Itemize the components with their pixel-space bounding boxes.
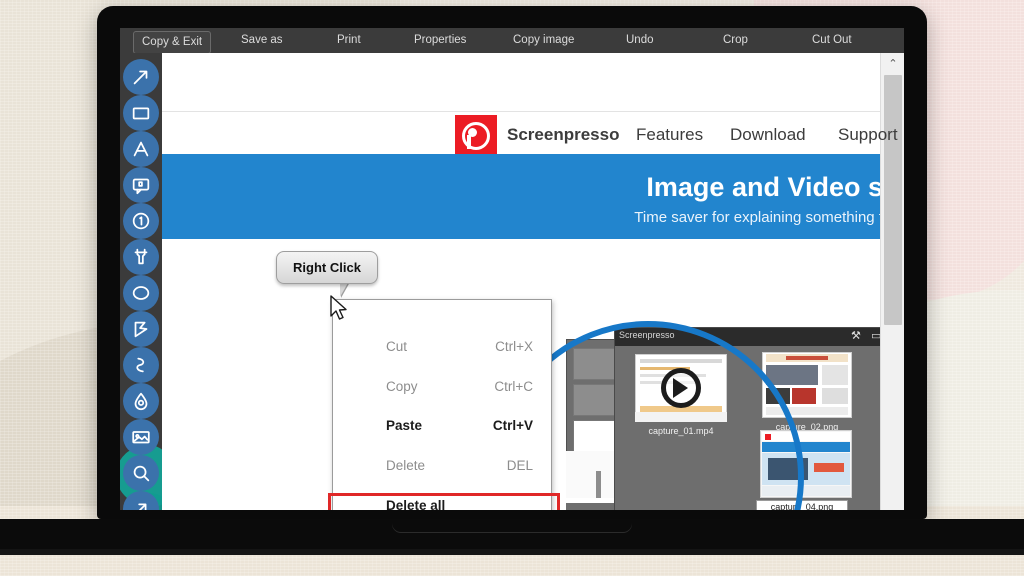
menu-item-shortcut: Ctrl+X	[495, 339, 533, 354]
settings-wrench-icon[interactable]: ⚒	[851, 331, 861, 342]
right-click-callout: Right Click	[276, 251, 378, 284]
scroll-up-arrow-icon[interactable]: ⌃	[881, 53, 904, 73]
editor-toolbar: Copy & Exit Save as Print Properties Copy im…	[120, 28, 904, 54]
ellipse-tool[interactable]	[123, 275, 159, 311]
nav-link-screenpresso[interactable]: Screenpresso	[507, 125, 619, 145]
menu-item-label: Cut	[386, 339, 408, 354]
hero-banner: Image and Video s Time saver for explain…	[162, 154, 883, 239]
droplet-icon	[130, 390, 152, 412]
nav-link-download[interactable]: Download	[730, 125, 806, 145]
toolbar-button-undo[interactable]: Undo	[626, 28, 654, 53]
nav-link-support[interactable]: Support	[838, 125, 898, 145]
toolbar-button-copy-exit[interactable]: Copy & Exit	[133, 31, 212, 54]
callout-label: Right Click	[293, 260, 361, 275]
ellipse-icon	[130, 282, 152, 304]
nav-link-features[interactable]: Features	[636, 125, 703, 145]
website-header	[162, 53, 880, 112]
menu-item-label: Copy	[386, 379, 418, 394]
bubble-tool[interactable]	[123, 167, 159, 203]
editor-tool-rail	[120, 53, 176, 510]
highlighter-tool[interactable]	[123, 239, 159, 275]
blur-tool[interactable]	[123, 383, 159, 419]
toolbar-button-save-as[interactable]: Save as	[241, 28, 283, 53]
image-icon	[130, 426, 152, 448]
freehand-tool[interactable]	[123, 347, 159, 383]
text-tool[interactable]	[123, 131, 159, 167]
hero-subtitle: Time saver for explaining something t	[634, 209, 883, 226]
menu-item-label: Paste	[386, 418, 423, 433]
hero-title: Image and Video s	[646, 172, 883, 202]
menu-item-paste[interactable]: Paste Ctrl+V	[333, 407, 551, 446]
laptop-base	[0, 519, 1024, 549]
scrollbar-thumb[interactable]	[884, 75, 902, 325]
menu-item-cut[interactable]: Cut Ctrl+X	[333, 328, 551, 367]
arrow-icon	[130, 66, 152, 88]
toolbar-button-cut-out[interactable]: Cut Out	[812, 28, 852, 53]
polygon-icon	[130, 318, 152, 340]
step-number-tool[interactable]	[123, 203, 159, 239]
context-menu[interactable]: Cut Ctrl+X Copy Ctrl+C Paste Ctrl+V Delete DEL D…	[332, 299, 552, 510]
arrow-tool[interactable]	[123, 59, 159, 95]
editor-canvas: Image and Video s Time saver for explain…	[162, 53, 904, 510]
toolbar-button-properties[interactable]: Properties	[414, 28, 466, 53]
arrow2-icon	[130, 498, 152, 510]
magnifier-icon	[130, 462, 152, 484]
marker-icon	[130, 246, 152, 268]
mouse-cursor-icon	[330, 295, 347, 320]
laptop-screen: Copy & Exit Save as Print Properties Copy im…	[120, 28, 904, 510]
toolbar-button-print[interactable]: Print	[337, 28, 361, 53]
menu-item-shortcut: DEL	[506, 458, 533, 473]
rect-icon	[130, 102, 152, 124]
bubble-icon	[130, 174, 152, 196]
selection-highlight-box	[328, 493, 560, 510]
menu-item-shortcut: Ctrl+C	[494, 379, 533, 394]
textA-icon	[130, 138, 152, 160]
toolbar-button-copy-image[interactable]: Copy image	[513, 28, 574, 53]
menu-item-label: Delete	[386, 458, 426, 473]
toolbar-button-crop[interactable]: Crop	[723, 28, 748, 53]
menu-item-shortcut: Ctrl+V	[492, 418, 533, 433]
squiggle-icon	[130, 354, 152, 376]
polygon-tool[interactable]	[123, 311, 159, 347]
laptop-mockup: Copy & Exit Save as Print Properties Copy im…	[0, 6, 1024, 555]
rectangle-tool[interactable]	[123, 95, 159, 131]
laptop-base-shadow	[0, 549, 1024, 555]
step-icon	[130, 210, 152, 232]
vertical-scrollbar[interactable]: ⌃	[880, 53, 904, 510]
menu-item-copy[interactable]: Copy Ctrl+C	[333, 368, 551, 407]
magnifier-tool[interactable]	[123, 455, 159, 491]
menu-item-delete[interactable]: Delete DEL	[333, 447, 551, 486]
screenpresso-logo-icon	[455, 115, 497, 157]
image-tool[interactable]	[123, 419, 159, 455]
